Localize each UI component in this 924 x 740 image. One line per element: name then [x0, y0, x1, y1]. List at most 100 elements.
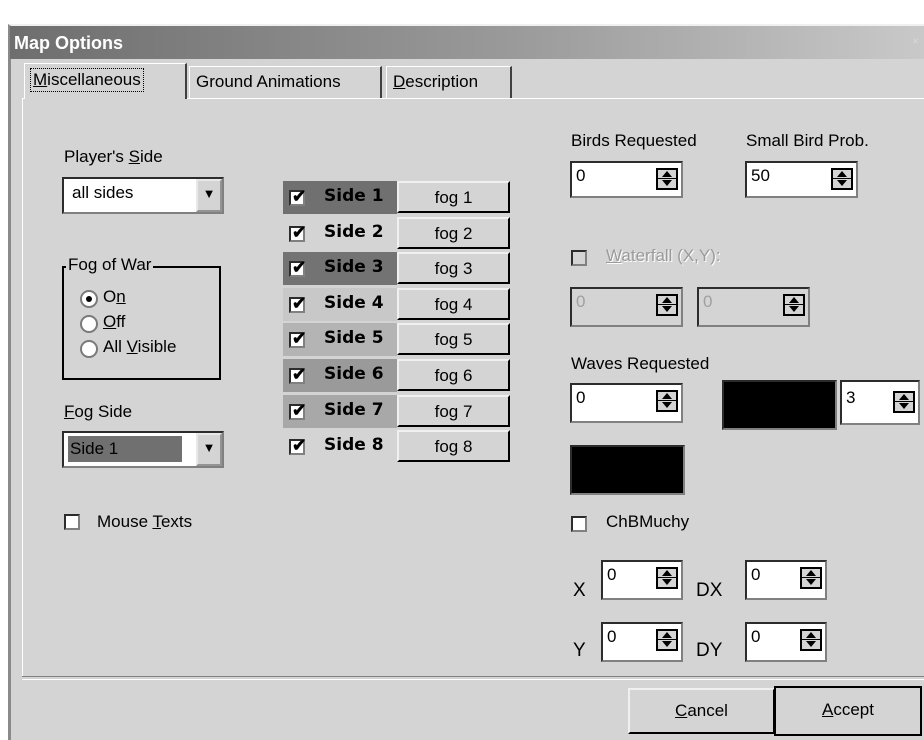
side-checkbox[interactable]: ✔	[289, 294, 307, 313]
waves-requested-value: 0	[576, 388, 586, 407]
y-label: Y	[573, 640, 586, 661]
spinner-arrows-icon[interactable]	[831, 168, 853, 190]
fog-side-label: Fog Side	[64, 402, 133, 421]
check-icon: ✔	[292, 365, 307, 384]
chevron-down-icon[interactable]: ▼	[196, 179, 222, 212]
x-spinner[interactable]: 0	[601, 560, 683, 600]
wave-color-swatch-2[interactable]	[570, 445, 685, 495]
wave-color-swatch[interactable]	[722, 380, 837, 430]
waterfall-checkbox[interactable]	[571, 250, 587, 266]
side-row: ✔ Side 7 fog 7	[283, 395, 511, 428]
spinner-arrows-icon[interactable]	[656, 168, 678, 190]
spinner-arrows-icon[interactable]	[656, 390, 678, 412]
side-checkbox[interactable]: ✔	[289, 436, 307, 455]
fog-button[interactable]: fog 5	[397, 323, 510, 355]
small-bird-prob-label: Small Bird Prob.	[746, 131, 869, 150]
dy-label: DY	[696, 640, 723, 661]
y-value: 0	[607, 627, 617, 646]
spinner-arrows-icon[interactable]	[656, 294, 678, 316]
side-checkbox[interactable]: ✔	[289, 258, 306, 277]
small-bird-prob-value: 50	[751, 166, 770, 185]
fog-button[interactable]: fog 4	[397, 288, 510, 320]
spinner-arrows-icon[interactable]	[656, 629, 678, 651]
check-icon: ✔	[292, 187, 307, 206]
check-icon: ✔	[292, 294, 307, 313]
check-icon: ✔	[292, 436, 307, 455]
y-spinner[interactable]: 0	[601, 622, 683, 662]
spinner-arrows-icon[interactable]	[656, 567, 678, 589]
check-icon: ✔	[292, 401, 307, 420]
chbmuchy-label: ChBMuchy	[606, 512, 690, 531]
side-label: Side 1	[324, 186, 384, 206]
tab-label: Description	[393, 72, 479, 91]
fog-button[interactable]: fog 6	[397, 359, 510, 391]
side-label: Side 5	[324, 328, 384, 348]
waves-requested-label: Waves Requested	[571, 354, 710, 373]
tab-miscellaneous[interactable]: Miscellaneous	[24, 63, 187, 99]
chevron-down-icon[interactable]: ▼	[196, 433, 222, 466]
cancel-button[interactable]: Cancel	[628, 688, 775, 734]
birds-requested-label: Birds Requested	[571, 131, 697, 150]
mouse-texts-checkbox[interactable]	[64, 514, 80, 530]
side-checkbox[interactable]: ✔	[289, 329, 307, 348]
radio-fog-all-visible-label: All Visible	[103, 337, 177, 356]
check-icon: ✔	[292, 329, 307, 348]
radio-fog-on[interactable]	[80, 290, 98, 308]
side-checkbox[interactable]: ✔	[289, 187, 307, 206]
fog-side-value: Side 1	[70, 439, 119, 458]
fog-button[interactable]: fog 1	[397, 181, 510, 213]
radio-fog-off[interactable]	[80, 315, 98, 333]
waves-requested-spinner[interactable]: 0	[570, 383, 683, 423]
waterfall-y-value: 0	[703, 292, 713, 311]
side-row: ✔ Side 3 fog 3	[283, 252, 511, 285]
side-checkbox[interactable]: ✔	[289, 401, 307, 420]
small-bird-prob-spinner[interactable]: 50	[745, 161, 858, 198]
radio-dot	[86, 296, 92, 302]
dx-spinner[interactable]: 0	[745, 560, 827, 600]
close-icon[interactable]: ×	[912, 34, 919, 48]
spinner-arrows-icon[interactable]	[800, 629, 822, 651]
spinner-arrows-icon[interactable]	[893, 391, 915, 413]
x-value: 0	[607, 565, 617, 584]
dy-spinner[interactable]: 0	[745, 622, 827, 662]
dx-value: 0	[751, 565, 761, 584]
side-label: Side 8	[324, 435, 384, 455]
x-label: X	[573, 580, 586, 601]
tab-label: Miscellaneous	[30, 68, 144, 92]
side-checkbox[interactable]: ✔	[289, 365, 307, 384]
spinner-arrows-icon[interactable]	[800, 567, 822, 589]
title-bar[interactable]	[10, 26, 924, 59]
chbmuchy-checkbox[interactable]	[571, 516, 587, 532]
side-label: Side 3	[324, 257, 384, 277]
fog-button[interactable]: fog 8	[397, 430, 510, 462]
side-row: ✔ Side 1 fog 1	[283, 181, 511, 214]
fog-button[interactable]: fog 7	[397, 395, 510, 427]
waves-count-value: 3	[846, 388, 856, 407]
side-checkbox[interactable]: ✔	[289, 223, 306, 242]
fog-of-war-title: Fog of War	[66, 255, 154, 275]
waterfall-x-spinner[interactable]: 0	[570, 287, 683, 327]
fog-side-select[interactable]: Side 1 ▼	[62, 431, 224, 468]
radio-fog-all-visible[interactable]	[80, 340, 98, 358]
side-row: ✔ Side 8 fog 8	[283, 430, 511, 463]
birds-requested-spinner[interactable]: 0	[570, 161, 683, 198]
players-side-select[interactable]: all sides ▼	[62, 177, 224, 214]
spinner-arrows-icon[interactable]	[783, 294, 805, 316]
side-label: Side 4	[324, 293, 384, 313]
fog-button[interactable]: fog 2	[397, 217, 510, 249]
dy-value: 0	[751, 627, 761, 646]
footer-divider	[22, 676, 924, 680]
side-label: Side 7	[324, 400, 384, 420]
tab-description[interactable]: Description	[386, 66, 512, 98]
waves-count-spinner[interactable]: 3	[840, 380, 920, 425]
waterfall-y-spinner[interactable]: 0	[697, 287, 810, 327]
tab-ground-animations[interactable]: Ground Animations	[189, 66, 382, 98]
cancel-button-label: Cancel	[675, 701, 728, 720]
tab-label: Ground Animations	[196, 72, 341, 91]
players-side-value: all sides	[72, 183, 134, 202]
accept-button[interactable]: Accept	[774, 686, 922, 736]
radio-fog-on-label: On	[103, 287, 126, 306]
players-side-label: Player's Side	[64, 147, 163, 166]
fog-button[interactable]: fog 3	[397, 252, 510, 284]
side-label: Side 2	[324, 222, 384, 242]
